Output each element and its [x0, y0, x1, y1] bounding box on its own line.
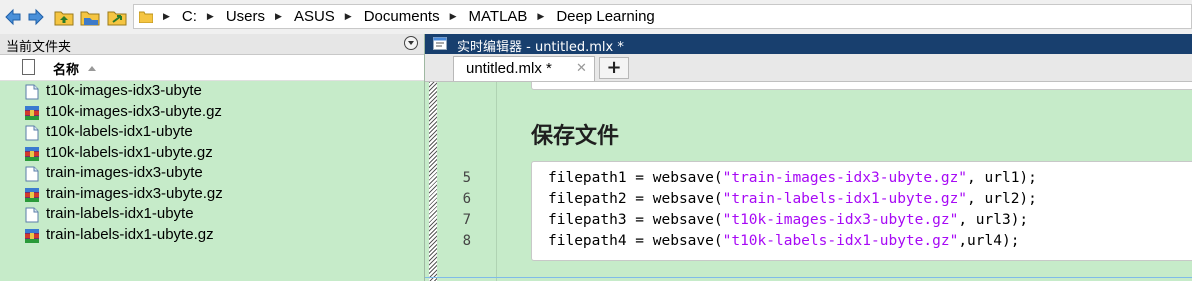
file-name: t10k-images-idx3-ubyte.gz — [46, 102, 222, 120]
section-divider — [425, 277, 1192, 278]
file-item[interactable]: train-labels-idx1-ubyte.gz — [0, 225, 424, 246]
breadcrumb-segment[interactable]: Deep Learning — [556, 8, 654, 25]
new-tab-button[interactable]: + — [599, 57, 629, 79]
sort-ascending-icon — [88, 66, 96, 71]
tab-untitled[interactable]: untitled.mlx * ✕ — [453, 56, 595, 81]
gutter-divider — [496, 82, 497, 281]
splitter-handle[interactable] — [429, 82, 437, 281]
archive-icon — [25, 146, 39, 161]
code-text: ,url4); — [958, 233, 1020, 249]
address-bar: ▶ C: ▶ Users ▶ ASUS ▶ Documents ▶ MATLAB… — [0, 0, 1192, 35]
file-name: train-labels-idx1-ubyte.gz — [46, 225, 214, 243]
code-text: filepath2 = websave( — [548, 191, 723, 207]
section-title[interactable]: 保存文件 — [531, 118, 619, 150]
editor-content[interactable]: 保存文件 5 6 7 8 filepath1 = websave("train-… — [425, 82, 1192, 281]
file-item[interactable]: train-images-idx3-ubyte.gz — [0, 184, 424, 205]
code-string: "t10k-labels-idx1-ubyte.gz" — [722, 233, 959, 249]
line-number: 6 — [462, 191, 471, 207]
file-icon — [25, 84, 39, 100]
breadcrumb-separator-icon: ▶ — [344, 11, 352, 21]
breadcrumb-separator-icon: ▶ — [206, 11, 214, 21]
editor-tab-bar: untitled.mlx * ✕ + — [425, 54, 1192, 82]
forward-arrow-icon[interactable] — [27, 7, 45, 27]
file-item[interactable]: t10k-labels-idx1-ubyte.gz — [0, 143, 424, 164]
code-line[interactable]: filepath3 = websave("t10k-images-idx3-ub… — [548, 212, 1028, 228]
back-arrow-icon[interactable] — [4, 7, 22, 27]
folder-icon — [139, 11, 153, 23]
editor-title-bar: 实时编辑器 - untitled.mlx * — [425, 34, 1192, 55]
panel-menu-icon[interactable] — [404, 36, 418, 50]
code-text: , url1); — [967, 170, 1037, 186]
code-text: filepath1 = websave( — [548, 170, 723, 186]
file-name: t10k-labels-idx1-ubyte — [46, 123, 193, 140]
code-string: "t10k-images-idx3-ubyte.gz" — [722, 212, 959, 228]
archive-icon — [25, 105, 39, 120]
breadcrumb-separator-icon: ▶ — [275, 11, 282, 21]
file-icon — [25, 166, 39, 182]
archive-icon — [25, 187, 39, 202]
breadcrumb-segment[interactable]: Users — [226, 8, 265, 25]
breadcrumb-segment[interactable]: MATLAB — [469, 8, 528, 25]
code-block[interactable]: filepath1 = websave("train-images-idx3-u… — [531, 161, 1192, 261]
code-line[interactable]: filepath4 = websave("t10k-labels-idx1-ub… — [548, 233, 1019, 249]
browse-folder-icon[interactable] — [80, 7, 100, 27]
file-item[interactable]: t10k-labels-idx1-ubyte — [0, 122, 424, 143]
close-icon[interactable]: ✕ — [576, 61, 587, 76]
line-number: 7 — [462, 212, 471, 228]
editor-title: 实时编辑器 - untitled.mlx * — [457, 40, 624, 55]
line-number: 8 — [462, 233, 471, 249]
code-string: "train-images-idx3-ubyte.gz" — [722, 170, 968, 186]
code-text: , url2); — [967, 191, 1037, 207]
breadcrumb-segment[interactable]: Documents — [364, 8, 440, 25]
breadcrumb[interactable]: ▶ C: ▶ Users ▶ ASUS ▶ Documents ▶ MATLAB… — [133, 4, 1192, 29]
file-item[interactable]: t10k-images-idx3-ubyte — [0, 81, 424, 102]
column-header: 名称 — [0, 55, 424, 81]
file-list: t10k-images-idx3-ubyte t10k-images-idx3-… — [0, 81, 424, 245]
line-number: 5 — [462, 170, 471, 186]
editor-icon — [433, 37, 447, 50]
column-name-header[interactable]: 名称 — [53, 59, 79, 78]
file-name: train-images-idx3-ubyte.gz — [46, 184, 223, 202]
archive-icon — [25, 228, 39, 243]
code-string: "train-labels-idx1-ubyte.gz" — [722, 191, 968, 207]
code-text: filepath3 = websave( — [548, 212, 723, 228]
file-name: t10k-labels-idx1-ubyte.gz — [46, 143, 213, 161]
code-text: , url3); — [958, 212, 1029, 228]
code-line[interactable]: filepath2 = websave("train-labels-idx1-u… — [548, 191, 1037, 207]
find-folder-icon[interactable] — [107, 7, 127, 27]
file-name: train-images-idx3-ubyte — [46, 164, 203, 181]
file-item[interactable]: train-images-idx3-ubyte — [0, 163, 424, 184]
code-line[interactable]: filepath1 = websave("train-images-idx3-u… — [548, 170, 1037, 186]
file-name: t10k-images-idx3-ubyte — [46, 82, 202, 99]
file-name: train-labels-idx1-ubyte — [46, 205, 194, 222]
file-icon — [25, 125, 39, 141]
breadcrumb-separator-icon: ▶ — [537, 11, 545, 21]
document-icon — [22, 59, 35, 75]
file-item[interactable]: t10k-images-idx3-ubyte.gz — [0, 102, 424, 123]
file-item[interactable]: train-labels-idx1-ubyte — [0, 204, 424, 225]
previous-code-block[interactable] — [531, 82, 1192, 90]
live-editor-panel: 实时编辑器 - untitled.mlx * untitled.mlx * ✕ … — [425, 34, 1192, 281]
current-folder-panel: 当前文件夹 名称 t10k-images-idx3-ubyte t10k-ima… — [0, 34, 425, 281]
up-folder-icon[interactable] — [54, 7, 74, 27]
panel-title: 当前文件夹 — [6, 40, 72, 55]
panel-title-bar: 当前文件夹 — [0, 34, 424, 55]
code-text: filepath4 = websave( — [548, 233, 723, 249]
tab-label: untitled.mlx * — [466, 60, 552, 77]
breadcrumb-segment[interactable]: C: — [182, 8, 197, 25]
breadcrumb-separator-icon: ▶ — [163, 11, 170, 21]
file-icon — [25, 207, 39, 223]
breadcrumb-separator-icon: ▶ — [449, 11, 457, 21]
breadcrumb-segment[interactable]: ASUS — [294, 8, 335, 25]
